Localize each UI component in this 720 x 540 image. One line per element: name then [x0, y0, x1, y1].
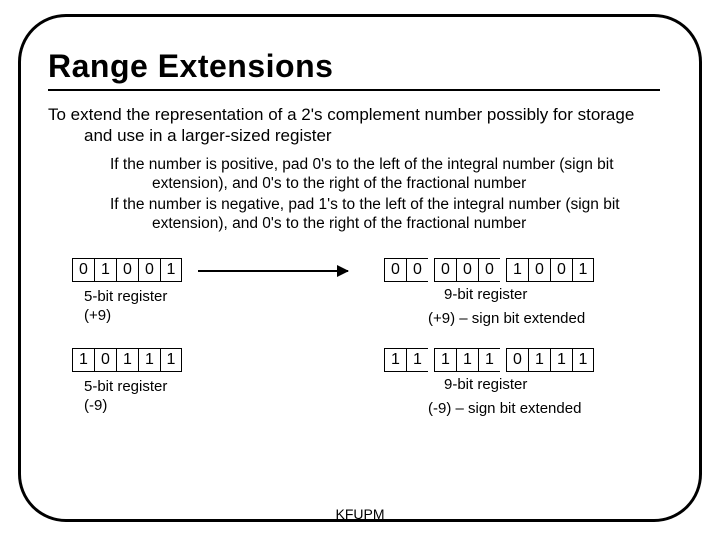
- reg9-neg: 1 1 1 1 1 0 1 1 1: [384, 348, 594, 372]
- reg9-neg-caption2: (-9) – sign bit extended: [428, 400, 581, 419]
- bit: 0: [478, 258, 500, 282]
- reg5-neg-caption: 5-bit register (-9): [84, 378, 167, 416]
- bit: 1: [434, 348, 456, 372]
- caption-line: 5-bit register: [84, 378, 167, 395]
- bit: 1: [506, 258, 528, 282]
- bit: 1: [72, 348, 94, 372]
- caption-line: (-9) – sign bit extended: [428, 400, 581, 417]
- reg5-neg: 1 0 1 1 1: [72, 348, 182, 372]
- bit: 1: [572, 348, 594, 372]
- bit: 1: [384, 348, 406, 372]
- bit: 0: [94, 348, 116, 372]
- bit: 0: [72, 258, 94, 282]
- title-rule: [48, 89, 660, 91]
- caption-line: 9-bit register: [444, 376, 527, 393]
- bit: 0: [138, 258, 160, 282]
- bit: 0: [506, 348, 528, 372]
- caption-line: 9-bit register: [444, 286, 527, 303]
- bit: 1: [160, 348, 182, 372]
- bit: 1: [138, 348, 160, 372]
- arrow-icon: [198, 270, 348, 272]
- bit: 1: [116, 348, 138, 372]
- slide-content: Range Extensions To extend the represent…: [48, 48, 674, 462]
- reg5-pos-caption: 5-bit register (+9): [84, 288, 167, 326]
- footer-text: KFUPM: [0, 506, 720, 522]
- rule-positive: If the number is positive, pad 0's to th…: [48, 156, 660, 194]
- rule-negative: If the number is negative, pad 1's to th…: [48, 196, 660, 234]
- bit: 1: [550, 348, 572, 372]
- bit: 1: [160, 258, 182, 282]
- bit: 0: [456, 258, 478, 282]
- bit: 0: [116, 258, 138, 282]
- caption-line: (+9) – sign bit extended: [428, 310, 585, 327]
- bit: 0: [550, 258, 572, 282]
- intro-text: To extend the representation of a 2's co…: [48, 105, 654, 146]
- bit: 1: [478, 348, 500, 372]
- bit: 0: [406, 258, 428, 282]
- bit: 1: [528, 348, 550, 372]
- bit: 1: [406, 348, 428, 372]
- slide-title: Range Extensions: [48, 48, 674, 85]
- caption-line: (+9): [84, 307, 111, 324]
- reg9-neg-caption: 9-bit register: [444, 376, 527, 395]
- caption-line: (-9): [84, 397, 107, 414]
- caption-line: 5-bit register: [84, 288, 167, 305]
- reg5-pos: 0 1 0 0 1: [72, 258, 182, 282]
- bit: 1: [94, 258, 116, 282]
- reg9-pos-caption: 9-bit register: [444, 286, 527, 305]
- bit: 1: [456, 348, 478, 372]
- bit: 0: [384, 258, 406, 282]
- reg9-pos-caption2: (+9) – sign bit extended: [428, 310, 585, 329]
- diagram-area: 0 1 0 0 1 0 0 0 0 0 1 0 0 1 5-bit regist…: [48, 252, 660, 462]
- bit: 0: [528, 258, 550, 282]
- bit: 0: [434, 258, 456, 282]
- bit: 1: [572, 258, 594, 282]
- reg9-pos: 0 0 0 0 0 1 0 0 1: [384, 258, 594, 282]
